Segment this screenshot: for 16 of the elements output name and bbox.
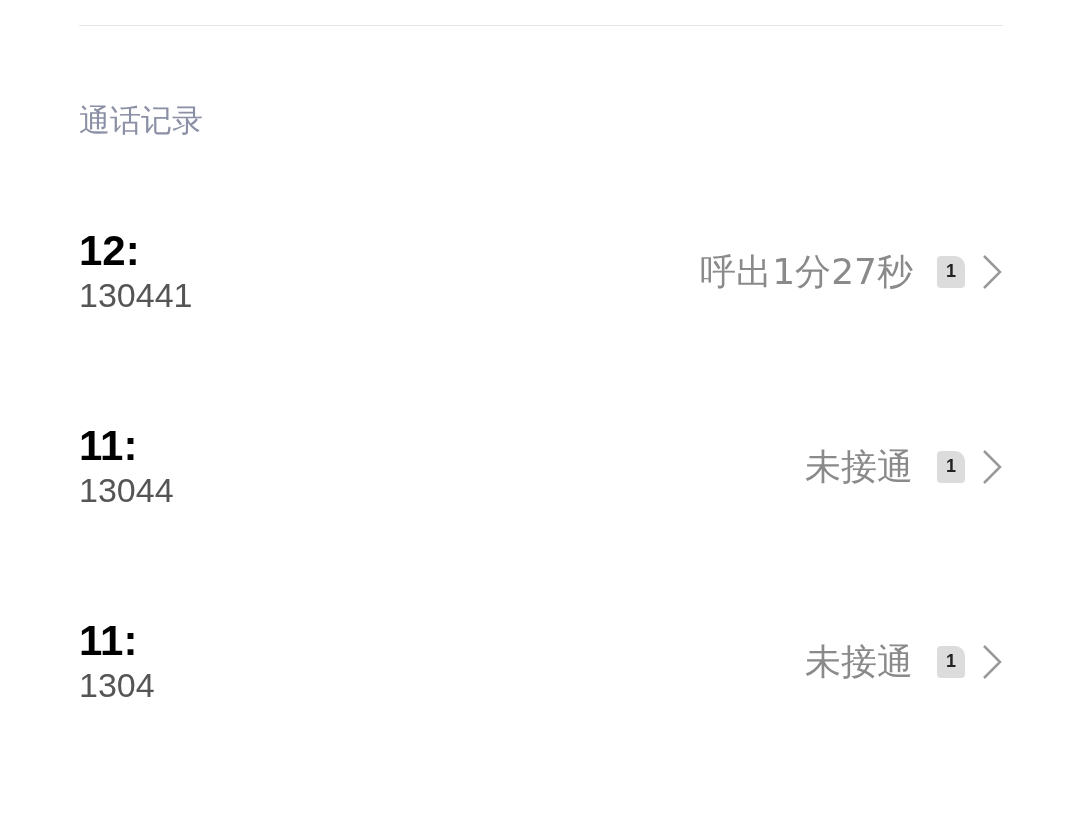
chevron-icon[interactable] (981, 643, 1003, 680)
phone-number: 130441 (79, 275, 193, 317)
phone-number: 1304 (79, 665, 155, 707)
chevron-icon[interactable] (981, 253, 1003, 290)
call-time: 11: (79, 617, 138, 666)
sim-badge: 1 (937, 255, 965, 288)
phone-number: 13044 (79, 470, 174, 512)
chevron-icon[interactable] (981, 448, 1003, 485)
section-title: 通话记录 (79, 102, 204, 140)
call-status: 未接通 (805, 639, 913, 684)
call-status: 未接通 (805, 444, 913, 489)
sim-badge: 1 (937, 645, 965, 678)
call-status: 呼出1分27秒 (700, 249, 913, 294)
call-time: 11: (79, 422, 138, 471)
call-time: 12: (79, 227, 140, 276)
sim-badge: 1 (937, 450, 965, 483)
